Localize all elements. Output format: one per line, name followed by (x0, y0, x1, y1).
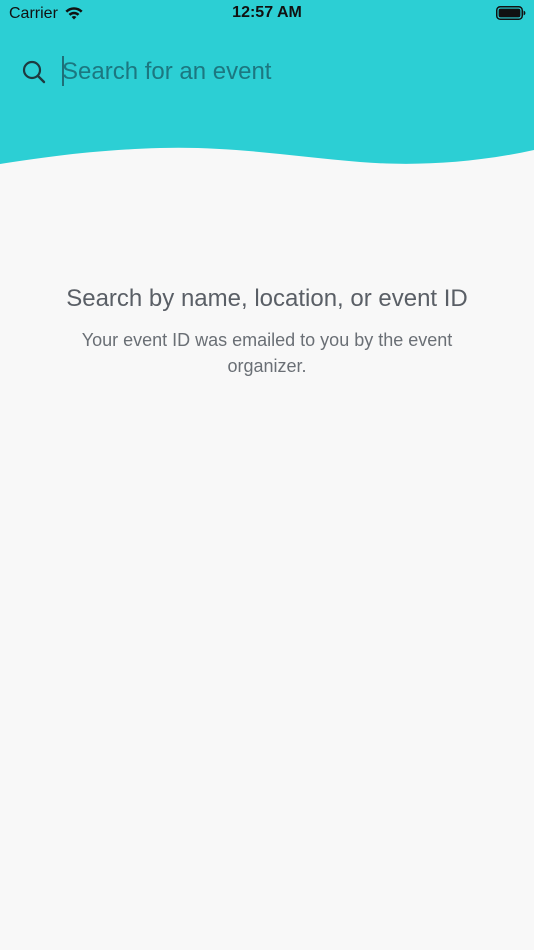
status-time: 12:57 AM (232, 4, 302, 21)
battery-icon (496, 6, 526, 20)
text-cursor (62, 56, 64, 86)
empty-state-title: Search by name, location, or event ID (66, 285, 468, 312)
header-wave: Carrier 12:57 AM (0, 0, 534, 170)
search-input[interactable] (62, 54, 502, 90)
search-icon[interactable] (22, 60, 46, 84)
empty-state: Search by name, location, or event ID Yo… (60, 283, 474, 379)
status-bar: Carrier 12:57 AM (0, 0, 534, 28)
search-bar[interactable] (20, 52, 514, 92)
event-search-screen: Carrier 12:57 AM Search by name, locati (0, 0, 534, 950)
empty-state-subtitle: Your event ID was emailed to you by the … (81, 330, 453, 376)
